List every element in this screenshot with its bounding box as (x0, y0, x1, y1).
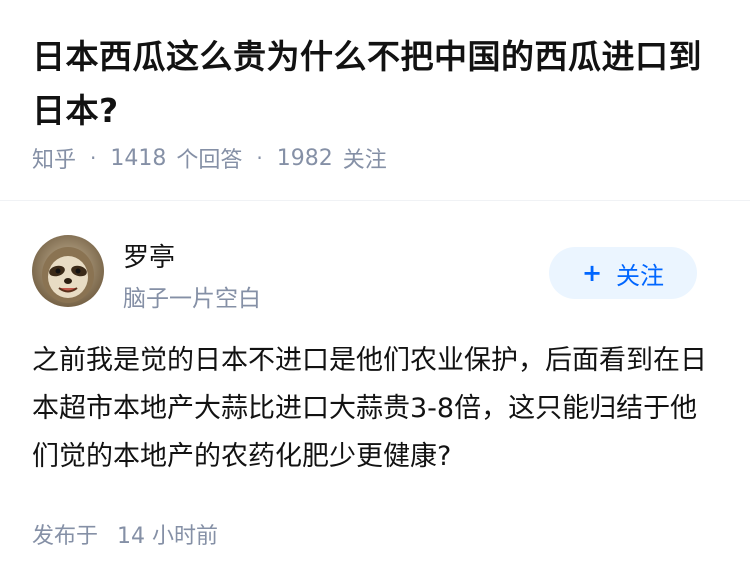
answer-content[interactable]: 之前我是觉的日本不进口是他们农业保护，后面看到在日本超市本地产大蒜比进口大蒜贵3… (32, 337, 722, 481)
published-label: 发布于 (32, 524, 99, 549)
follow-button[interactable]: + 关注 (549, 247, 697, 299)
answer-card: 罗亭 脑子一片空白 + 关注 之前我是觉的日本不进口是他们农业保护，后面看到在日… (0, 201, 750, 586)
plus-icon: + (581, 259, 603, 287)
answer-timestamp: 发布于 14 小时前 (32, 518, 218, 550)
published-time: 14 小时前 (117, 524, 219, 549)
avatar[interactable] (32, 235, 104, 307)
question-title[interactable]: 日本西瓜这么贵为什么不把中国的西瓜进口到日本? (32, 30, 718, 138)
meta-separator: · (256, 146, 263, 170)
follow-label: 关注 (616, 261, 665, 290)
meta-separator: · (90, 146, 97, 170)
source-label: 知乎 (32, 148, 77, 173)
author-name[interactable]: 罗亭 (123, 237, 175, 274)
sloth-avatar-icon (32, 235, 104, 307)
question-meta: 知乎 · 1418 个回答 · 1982 关注 (32, 142, 387, 174)
followers-label: 关注 (342, 148, 387, 173)
author-bio: 脑子一片空白 (123, 286, 261, 312)
answers-label: 个回答 (176, 148, 243, 173)
followers-count: 1982 (276, 145, 333, 171)
answers-count: 1418 (110, 145, 167, 171)
